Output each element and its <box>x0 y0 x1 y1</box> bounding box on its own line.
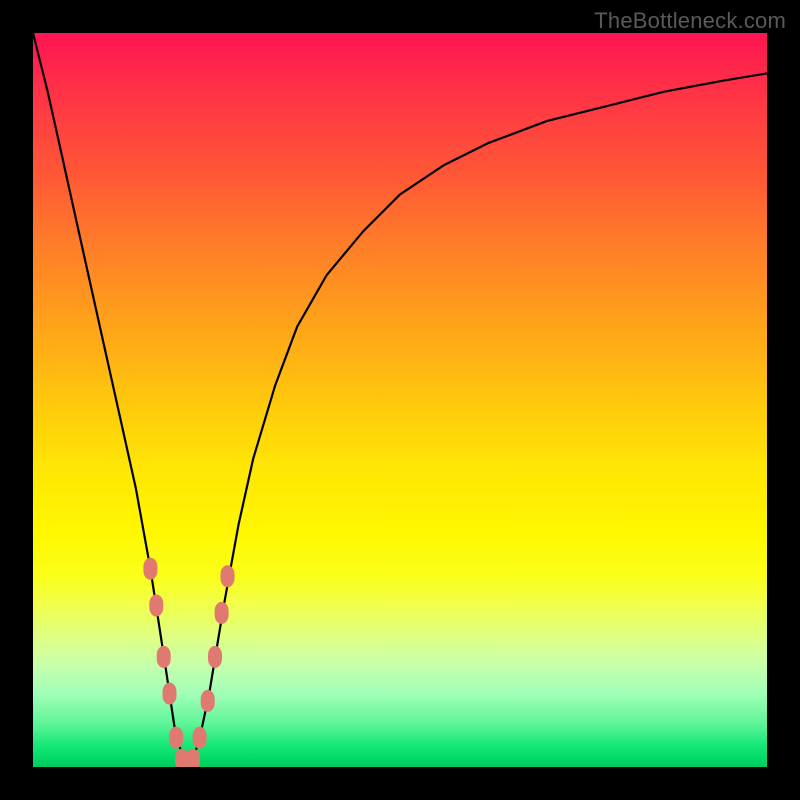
marker-dot <box>193 727 207 749</box>
marker-dot <box>186 749 200 767</box>
bottleneck-curve <box>33 33 767 767</box>
marker-dot <box>169 727 183 749</box>
watermark-text: TheBottleneck.com <box>594 8 786 34</box>
chart-frame: TheBottleneck.com <box>0 0 800 800</box>
marker-group <box>143 558 234 767</box>
marker-dot <box>143 558 157 580</box>
chart-svg <box>33 33 767 767</box>
marker-dot <box>149 595 163 617</box>
marker-dot <box>215 602 229 624</box>
marker-dot <box>208 646 222 668</box>
marker-dot <box>157 646 171 668</box>
marker-dot <box>163 683 177 705</box>
marker-dot <box>221 565 235 587</box>
marker-dot <box>201 690 215 712</box>
plot-area <box>33 33 767 767</box>
